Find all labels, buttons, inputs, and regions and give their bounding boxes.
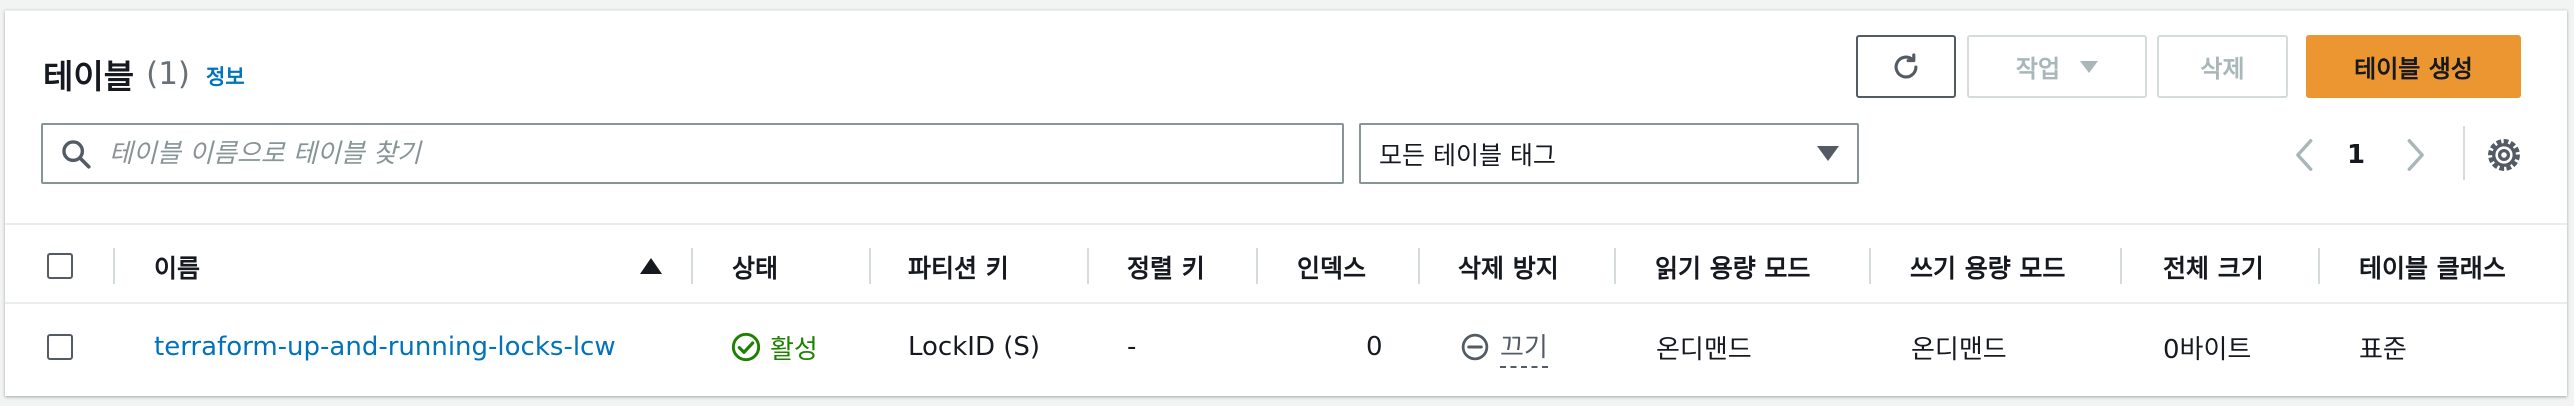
table-count: (1) — [146, 56, 191, 92]
column-header-indexes[interactable]: 인덱스 — [1297, 246, 1366, 288]
caret-down-icon — [1817, 146, 1839, 161]
table-header-top-border — [5, 223, 2567, 225]
delete-label: 삭제 — [2200, 55, 2245, 83]
page-title: 테이블 — [43, 57, 135, 96]
column-header-status[interactable]: 상태 — [732, 246, 778, 288]
column-header-table-class[interactable]: 테이블 클래스 — [2359, 246, 2506, 288]
select-all-checkbox[interactable] — [47, 253, 73, 279]
info-link[interactable]: 정보 — [206, 61, 245, 91]
chevron-left-icon — [2296, 139, 2313, 171]
column-header-deletion-protection[interactable]: 삭제 방지 — [1458, 246, 1559, 288]
minus-circle-icon — [1461, 333, 1489, 361]
panel-header: 테이블 (1) 정보 — [43, 48, 245, 100]
actions-dropdown-button[interactable]: 작업 — [1967, 35, 2147, 98]
chevron-right-icon — [2407, 139, 2424, 171]
create-table-button[interactable]: 테이블 생성 — [2306, 35, 2521, 98]
column-divider — [1256, 248, 1258, 284]
column-divider — [691, 248, 693, 284]
deletion-protection-text[interactable]: 끄기 — [1500, 327, 1548, 368]
delete-button[interactable]: 삭제 — [2157, 35, 2288, 98]
column-divider — [869, 248, 871, 284]
read-capacity-mode-cell: 온디맨드 — [1656, 334, 1752, 365]
refresh-button[interactable] — [1856, 35, 1956, 98]
column-header-write-capacity-mode[interactable]: 쓰기 용량 모드 — [1910, 246, 2065, 288]
search-input[interactable] — [107, 137, 1342, 170]
search-field[interactable] — [41, 123, 1344, 184]
column-divider — [1614, 248, 1616, 284]
sort-ascending-icon[interactable] — [640, 258, 662, 274]
caret-down-icon — [2080, 60, 2099, 73]
tag-filter-select[interactable]: 모든 테이블 태그 — [1359, 123, 1859, 184]
column-header-total-size[interactable]: 전체 크기 — [2163, 246, 2264, 288]
settings-button[interactable] — [2482, 133, 2526, 177]
search-icon — [62, 139, 91, 169]
success-check-icon — [731, 332, 761, 362]
column-header-sort-key[interactable]: 정렬 키 — [1127, 246, 1205, 288]
column-header-name[interactable]: 이름 — [154, 246, 200, 288]
table-class-cell: 표준 — [2359, 334, 2407, 365]
settings-gear-icon — [2488, 139, 2520, 171]
table-name-link[interactable]: terraform-up-and-running-locks-lcw — [154, 326, 616, 368]
sort-key-cell: - — [1127, 332, 1137, 362]
column-divider — [2120, 248, 2122, 284]
tag-filter-value: 모든 테이블 태그 — [1379, 140, 1556, 170]
status-cell: 활성 — [730, 326, 818, 368]
column-divider — [113, 248, 115, 284]
refresh-icon — [1894, 52, 1918, 78]
column-divider — [1087, 248, 1089, 284]
row-select-checkbox[interactable] — [47, 334, 73, 360]
current-page-number[interactable]: 1 — [2347, 133, 2365, 177]
column-divider — [1418, 248, 1420, 284]
pagination-divider — [2463, 126, 2465, 180]
column-header-partition-key[interactable]: 파티션 키 — [908, 246, 1009, 288]
create-table-label: 테이블 생성 — [2354, 55, 2473, 83]
column-header-read-capacity-mode[interactable]: 읽기 용량 모드 — [1655, 246, 1810, 288]
partition-key-cell: LockID (S) — [908, 332, 1041, 362]
indexes-cell: 0 — [1366, 332, 1383, 362]
actions-label: 작업 — [2015, 55, 2061, 83]
column-divider — [1869, 248, 1871, 284]
table-header-bottom-border — [5, 302, 2567, 304]
column-divider — [2318, 248, 2320, 284]
next-page-button[interactable] — [2400, 133, 2430, 177]
previous-page-button[interactable] — [2290, 133, 2320, 177]
total-size-cell: 0바이트 — [2163, 334, 2252, 365]
deletion-protection-cell: 끄기 — [1460, 326, 1548, 368]
write-capacity-mode-cell: 온디맨드 — [1911, 334, 2007, 365]
status-text: 활성 — [770, 334, 818, 365]
